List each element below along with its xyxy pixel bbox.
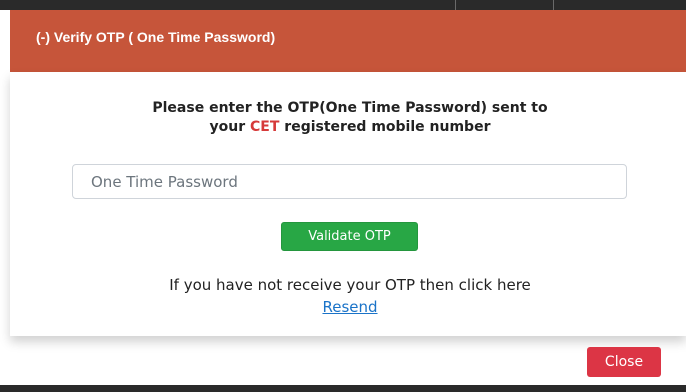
close-button[interactable]: Close: [587, 347, 661, 377]
strip-divider: [455, 0, 456, 10]
resend-prompt: If you have not receive your OTP then cl…: [169, 276, 531, 294]
otp-input[interactable]: [72, 164, 627, 199]
background-page-strip-top: [0, 0, 686, 10]
modal-body: Please enter the OTP(One Time Password) …: [10, 72, 686, 336]
modal-header: (-) Verify OTP ( One Time Password): [10, 10, 686, 72]
instruction-line-2-suffix: registered mobile number: [279, 119, 491, 135]
resend-link-container: Resend: [10, 297, 686, 317]
instruction-line-2-prefix: your: [209, 119, 251, 135]
screen: (-) Verify OTP ( One Time Password) Plea…: [0, 0, 686, 392]
instruction-line-1: Please enter the OTP(One Time Password) …: [152, 100, 548, 116]
resend-link[interactable]: Resend: [322, 298, 377, 316]
strip-divider: [553, 0, 554, 10]
cet-highlight: CET: [250, 119, 280, 135]
otp-instruction: Please enter the OTP(One Time Password) …: [10, 99, 686, 137]
validate-otp-button[interactable]: Validate OTP: [281, 222, 418, 251]
modal-title: (-) Verify OTP ( One Time Password): [36, 29, 276, 45]
background-page-strip-bottom: [0, 385, 686, 392]
